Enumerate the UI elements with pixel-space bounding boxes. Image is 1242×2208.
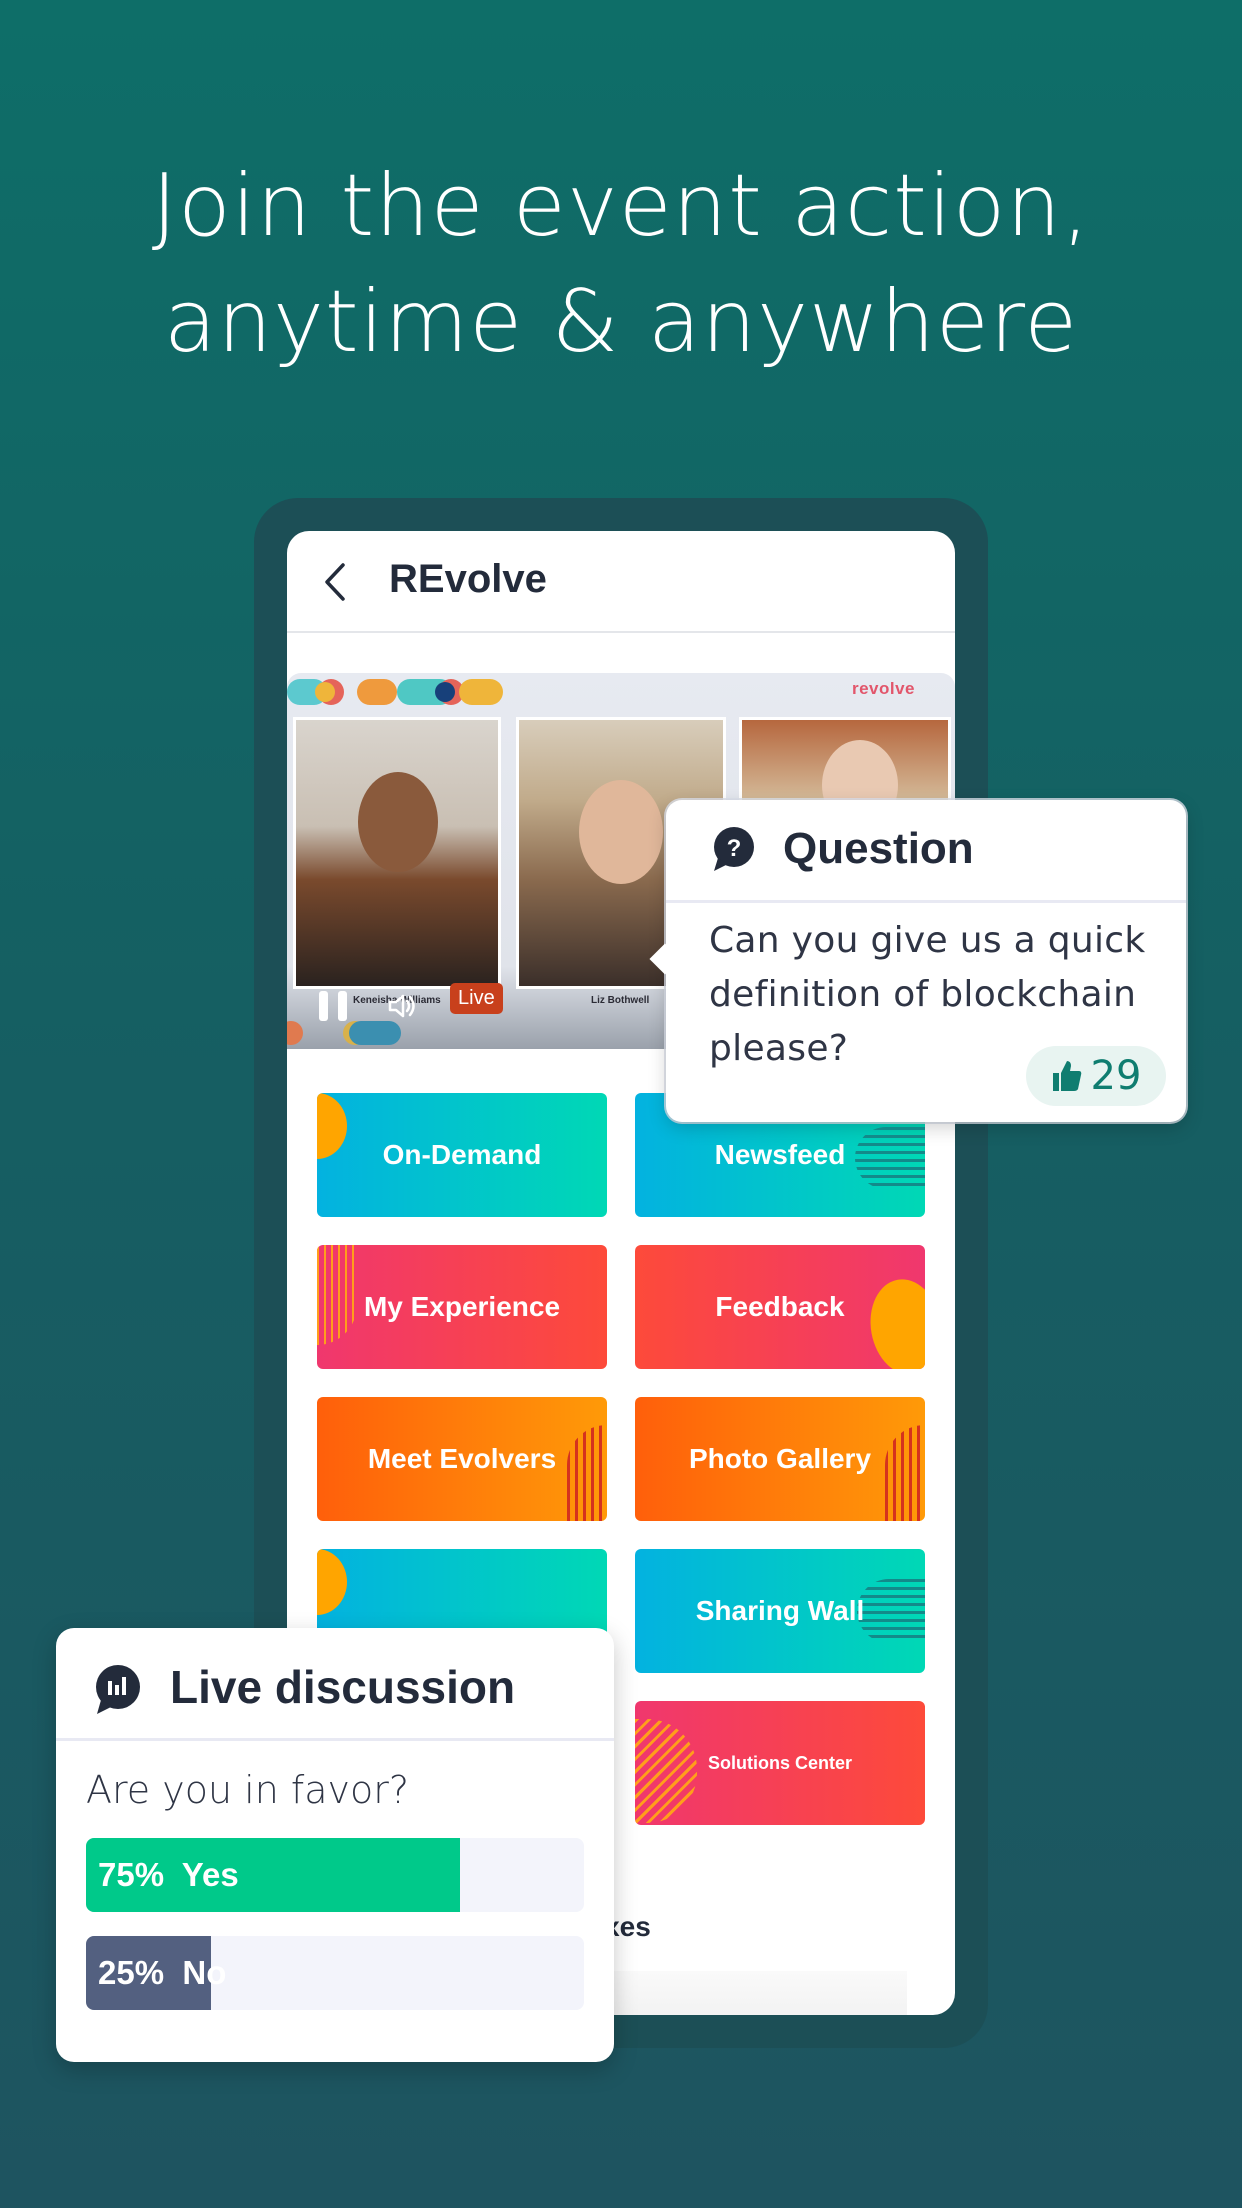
menu-tile-sharing-wall[interactable]: Sharing Wall [635, 1549, 925, 1673]
live-badge: Live [450, 983, 503, 1014]
poll-option-label: 25% No [98, 1954, 227, 1991]
question-card: ? Question Can you give us a quick defin… [666, 800, 1186, 1122]
volume-icon[interactable] [387, 991, 417, 1021]
menu-tile-on-demand[interactable]: On-Demand [317, 1093, 607, 1217]
menu-tile-feedback[interactable]: Feedback [635, 1245, 925, 1369]
poll-option-no[interactable]: 25% No [86, 1936, 584, 2010]
question-card-title: Question [783, 824, 974, 873]
headline-line-1: Join the event action, [151, 156, 1091, 256]
question-card-header: ? Question [666, 800, 1186, 903]
menu-tile-solutions-center[interactable]: Solutions Center [635, 1701, 925, 1825]
poll-option-label: 75% Yes [98, 1856, 239, 1893]
poll-bubble-icon [96, 1665, 140, 1714]
chevron-left-icon[interactable] [319, 561, 351, 603]
live-discussion-title: Live discussion [170, 1661, 516, 1713]
live-discussion-header: Live discussion [56, 1628, 614, 1741]
menu-tile-photo-gallery[interactable]: Photo Gallery [635, 1397, 925, 1521]
brand-decoration-icon [287, 1021, 401, 1045]
content-card-preview[interactable] [607, 1971, 907, 2015]
app-header: REvolve [287, 531, 955, 633]
brand-decoration-icon [287, 679, 503, 705]
question-bubble-icon: ? [714, 827, 754, 871]
pause-icon[interactable] [319, 991, 351, 1021]
speaker-name: Liz Bothwell [591, 995, 650, 1006]
live-discussion-card: Live discussion Are you in favor? 75% Ye… [56, 1628, 614, 2062]
thumbs-up-icon [1052, 1061, 1081, 1091]
poll-option-yes[interactable]: 75% Yes [86, 1838, 584, 1912]
upvote-count: 29 [1090, 1053, 1142, 1099]
svg-text:?: ? [727, 835, 742, 862]
speaker-video-tile[interactable] [293, 717, 501, 989]
menu-tile-my-experience[interactable]: My Experience [317, 1245, 607, 1369]
upvote-button[interactable]: 29 [1026, 1046, 1166, 1106]
brand-logo: revolve [851, 679, 915, 698]
poll-question: Are you in favor? [86, 1768, 410, 1812]
app-title: REvolve [389, 557, 547, 601]
menu-tile-meet-evolvers[interactable]: Meet Evolvers [317, 1397, 607, 1521]
headline: Join the event action, anytime & anywher… [0, 148, 1242, 380]
headline-line-2: anytime & anywhere [163, 272, 1079, 372]
